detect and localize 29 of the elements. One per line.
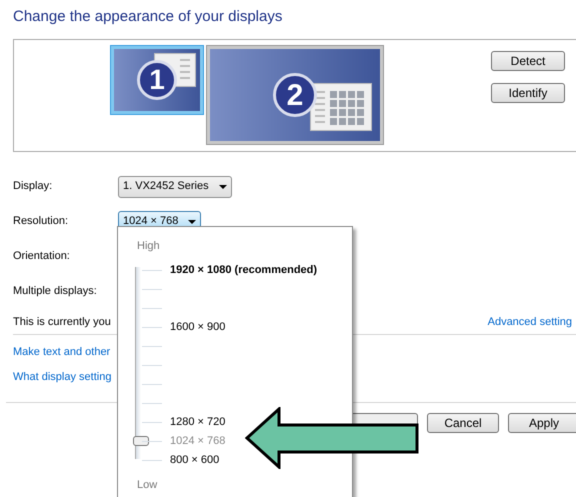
help-link[interactable]: Make text and other: [13, 345, 110, 360]
resolution-option[interactable]: 800 × 600: [170, 453, 220, 467]
help-link[interactable]: What display setting: [13, 370, 112, 385]
low-label: Low: [137, 478, 158, 493]
monitor-number: 2: [286, 78, 304, 114]
monitor-drawing[interactable]: 1: [110, 45, 204, 115]
resolution-option[interactable]: 1600 × 900: [170, 320, 226, 334]
push-button[interactable]: Cancel: [427, 413, 499, 433]
slider-thumb[interactable]: [133, 436, 149, 446]
field-label: Orientation:: [13, 249, 71, 264]
page-title: Change the appearance of your displays: [13, 7, 284, 27]
resolution-option[interactable]: 1280 × 720: [170, 415, 226, 429]
push-button[interactable]: Detect: [491, 51, 565, 71]
caret-icon: [188, 220, 196, 224]
monitor-number: 1: [149, 63, 165, 97]
window-icon: [310, 83, 372, 131]
field-label: Display:: [13, 179, 54, 194]
caret-icon: [218, 184, 227, 188]
monitor-drawing[interactable]: 2: [206, 45, 384, 145]
dropdown[interactable]: 1. VX2452 Series: [118, 176, 232, 198]
field-label: Resolution:: [13, 214, 70, 230]
high-label: High: [137, 239, 160, 254]
push-button[interactable]: Identify: [491, 83, 565, 103]
status-text: This is currently you: [13, 314, 111, 330]
advanced-settings-link[interactable]: Advanced setting: [488, 314, 572, 330]
field-label: Multiple displays:: [13, 284, 98, 300]
slider-track[interactable]: [133, 265, 151, 461]
resolution-option[interactable]: 1920 × 1080 (recommended): [170, 263, 318, 277]
push-button[interactable]: Apply: [508, 413, 576, 433]
